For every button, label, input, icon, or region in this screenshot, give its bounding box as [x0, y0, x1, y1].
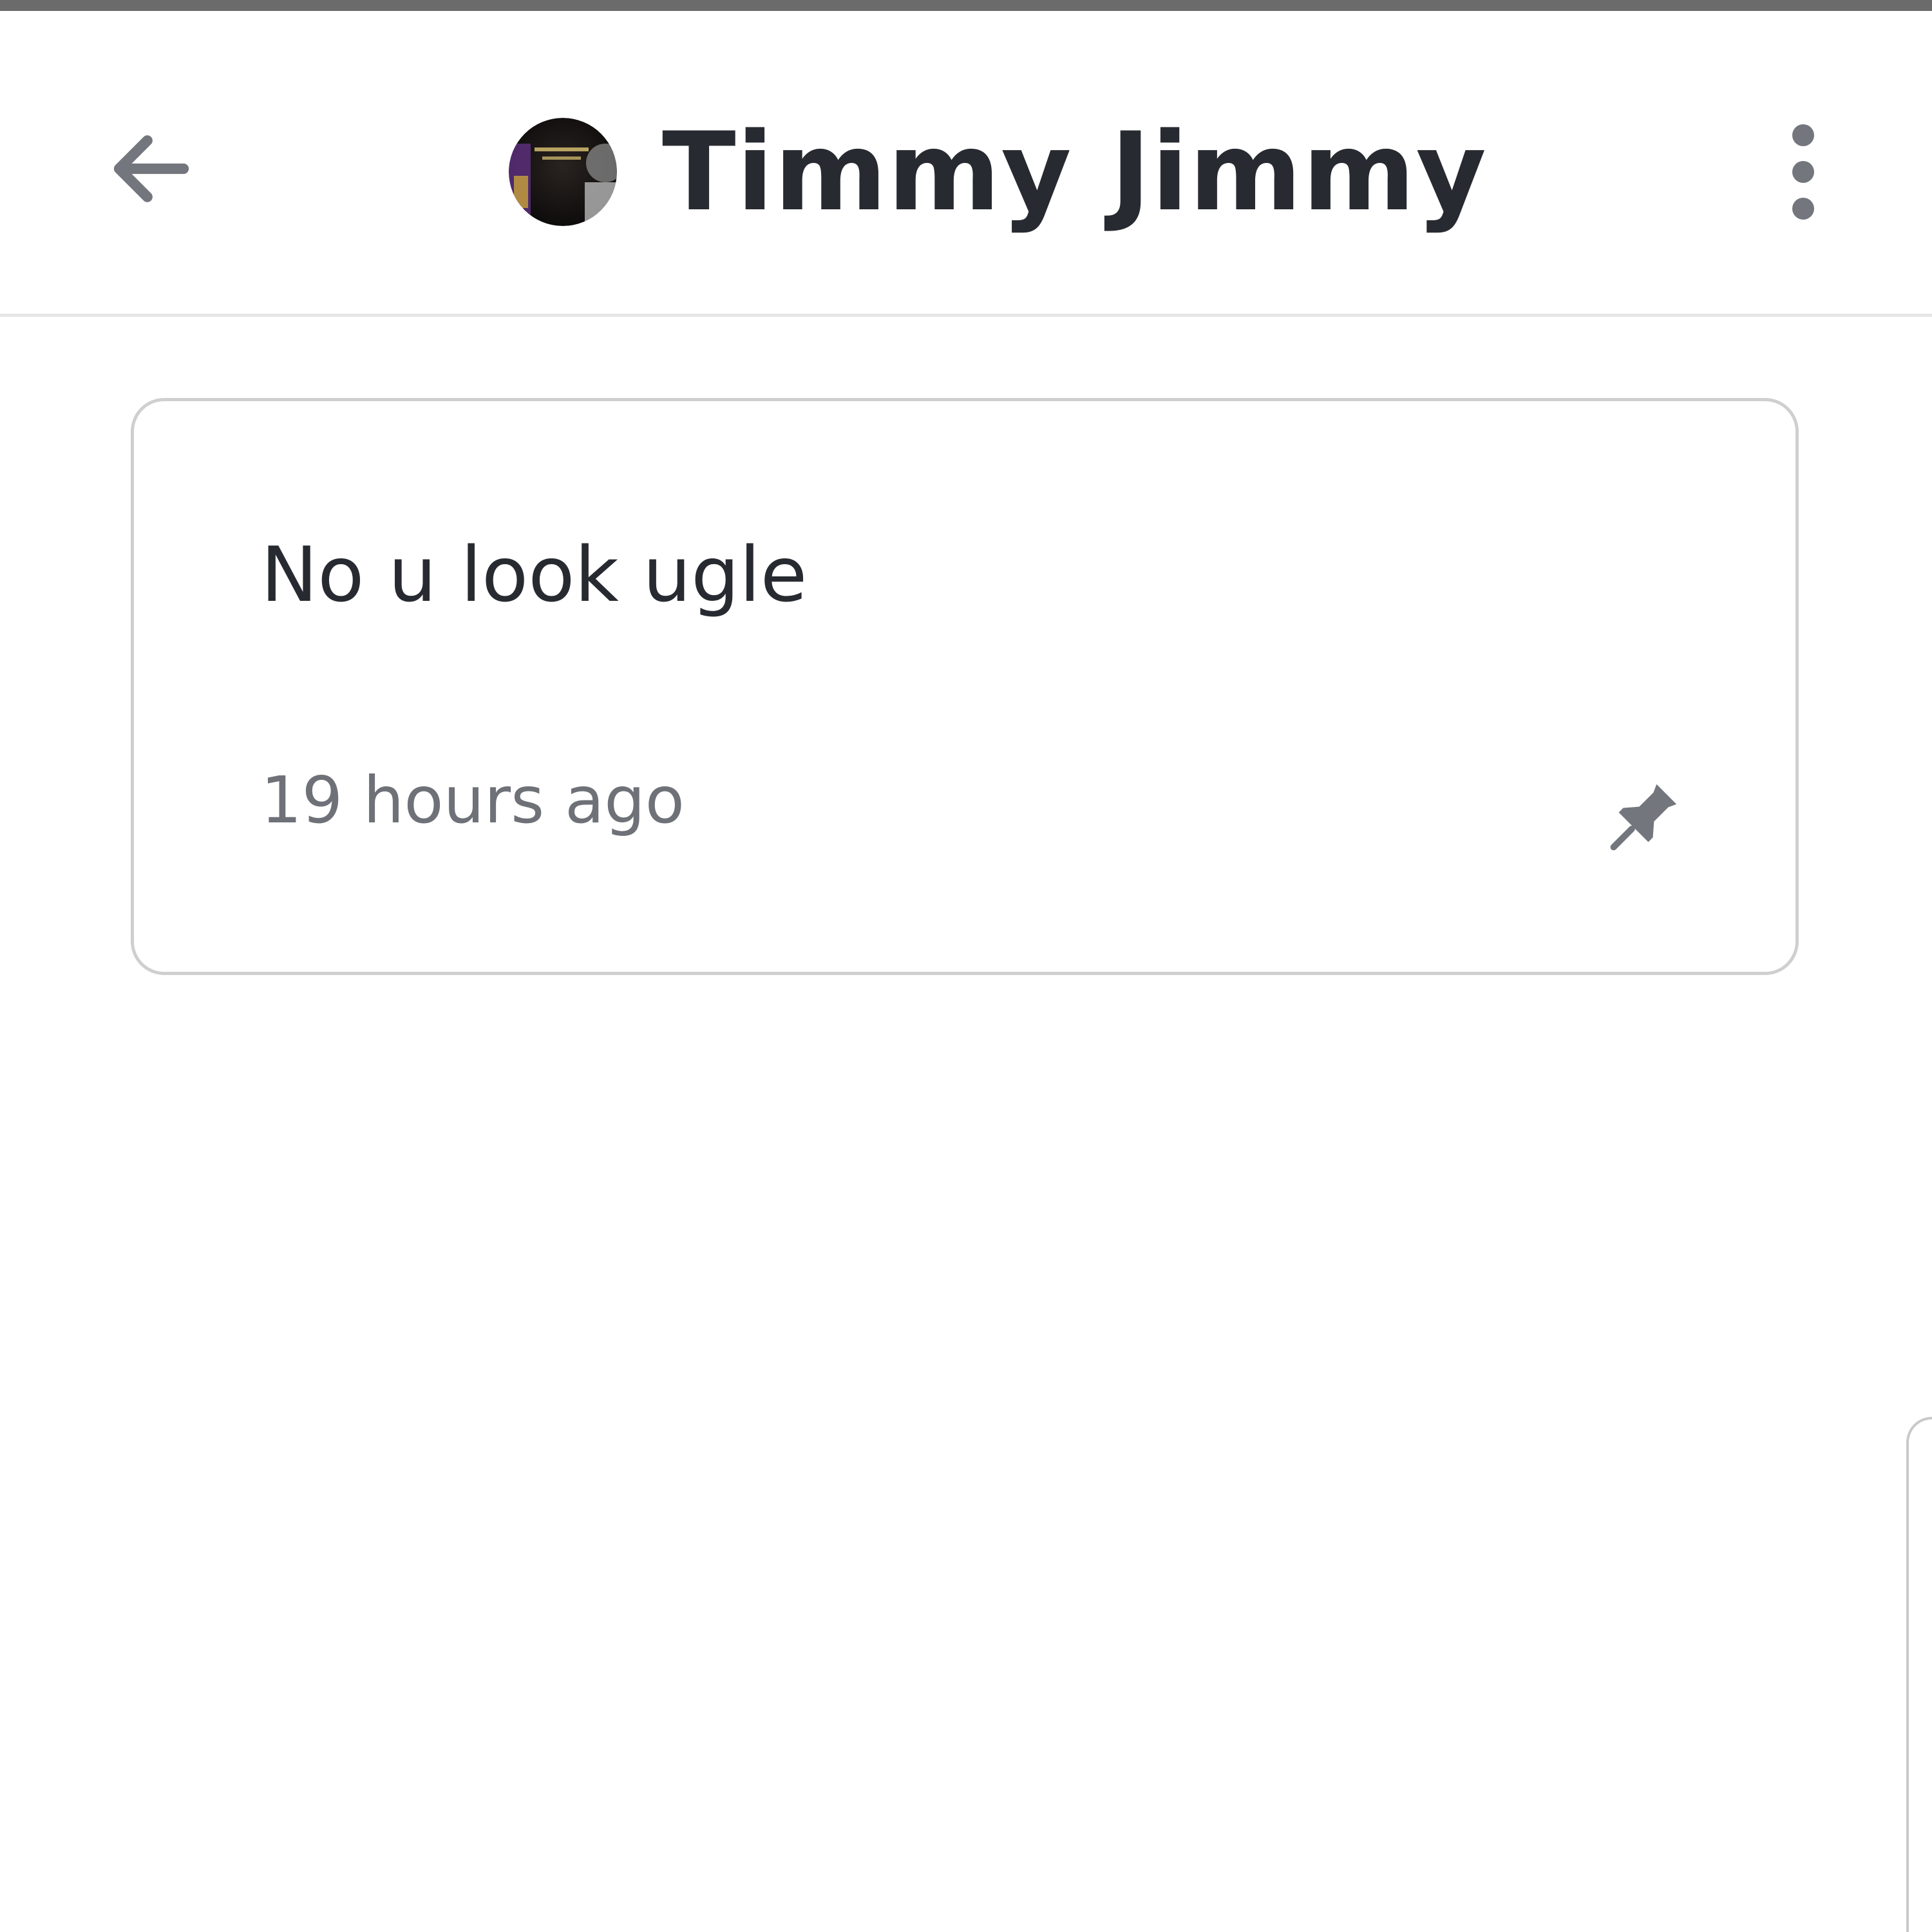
more-vertical-icon	[1792, 124, 1814, 220]
message-bubble[interactable]: No u look ugle 19 hours ago	[131, 398, 1799, 975]
pin-button[interactable]	[1577, 755, 1705, 884]
contact-title-group[interactable]: Timmy Jimmy	[509, 101, 1487, 243]
arrow-left-icon	[113, 135, 189, 202]
message-timestamp: 19 hours ago	[261, 762, 685, 838]
avatar-image	[509, 118, 617, 226]
back-button[interactable]	[97, 114, 206, 223]
conversation-header: Timmy Jimmy	[0, 11, 1932, 317]
top-status-strip	[0, 0, 1932, 11]
pin-icon	[1610, 784, 1677, 851]
contact-name: Timmy Jimmy	[662, 109, 1488, 235]
conversation-screen: Timmy Jimmy No u look ugle 19 hours ago	[0, 0, 1932, 1932]
message-text: No u look ugle	[261, 530, 808, 619]
side-panel-edge	[1906, 1417, 1932, 1932]
more-options-button[interactable]	[1765, 114, 1842, 230]
avatar[interactable]	[509, 118, 617, 226]
